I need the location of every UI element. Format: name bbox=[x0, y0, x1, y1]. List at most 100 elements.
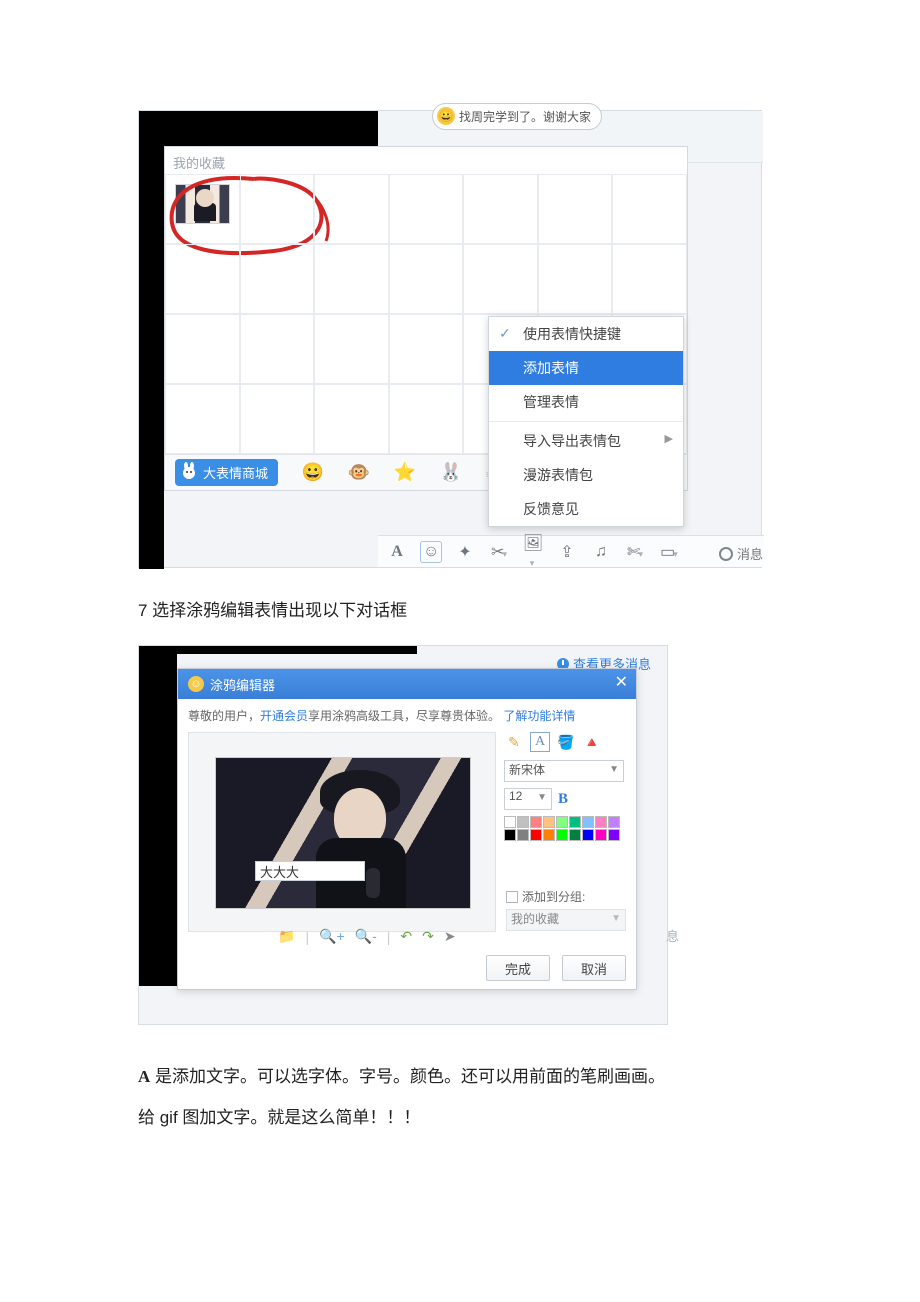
cancel-button[interactable]: 取消 bbox=[562, 955, 626, 981]
menu-feedback[interactable]: 反馈意见 bbox=[489, 492, 683, 526]
color-swatch[interactable] bbox=[582, 829, 594, 841]
zoom-in-icon[interactable]: 🔍+ bbox=[319, 928, 345, 945]
scissors-tool-icon[interactable]: ✄ bbox=[624, 542, 646, 562]
emoticon-tool-icon[interactable]: ☺ bbox=[420, 541, 442, 563]
color-swatch[interactable] bbox=[543, 829, 555, 841]
favorites-title: 我的收藏 bbox=[165, 147, 687, 174]
grin-emoji-icon: 😀 bbox=[437, 107, 455, 125]
rabbit-tab-icon[interactable]: 🐰 bbox=[440, 462, 462, 484]
color-swatch[interactable] bbox=[556, 816, 568, 828]
editing-image bbox=[215, 757, 471, 909]
add-to-group-row[interactable]: 添加到分组: bbox=[506, 888, 626, 905]
color-swatch[interactable] bbox=[595, 829, 607, 841]
message-history-button[interactable]: 消息 bbox=[719, 544, 763, 563]
brush-tool-icon[interactable]: ✎ bbox=[504, 732, 524, 752]
menu-label: 漫游表情包 bbox=[523, 467, 593, 483]
grid-cell[interactable] bbox=[314, 174, 389, 244]
paragraph-A: A 是添加文字。可以选字体。字号。颜色。还可以用前面的笔刷画画。 bbox=[138, 1057, 782, 1098]
color-swatch[interactable] bbox=[530, 816, 542, 828]
dropdown-icon: ▼ bbox=[611, 913, 621, 924]
bold-toggle[interactable]: B bbox=[558, 791, 568, 808]
size-select[interactable]: 12 ▼ bbox=[504, 788, 552, 810]
color-swatch[interactable] bbox=[569, 816, 581, 828]
group-value: 我的收藏 bbox=[511, 912, 559, 926]
font-tool-icon[interactable]: A bbox=[386, 543, 408, 561]
bucket-tool-icon[interactable]: 🪣 bbox=[556, 732, 576, 752]
menu-import-export[interactable]: 导入导出表情包 ▶ bbox=[489, 424, 683, 458]
color-swatch[interactable] bbox=[504, 816, 516, 828]
grid-cell[interactable] bbox=[463, 244, 538, 314]
grid-cell[interactable] bbox=[389, 244, 464, 314]
screenshot-tool-icon[interactable]: ✂ bbox=[488, 542, 510, 562]
grid-cell[interactable] bbox=[165, 174, 240, 244]
color-swatch[interactable] bbox=[504, 829, 516, 841]
chat-text: 找周完学到了。谢谢大家 bbox=[459, 110, 591, 124]
close-icon[interactable]: ✕ bbox=[615, 675, 628, 691]
grid-cell[interactable] bbox=[463, 174, 538, 244]
magic-tool-icon[interactable]: ✦ bbox=[454, 542, 476, 562]
grid-cell[interactable] bbox=[538, 244, 613, 314]
grid-cell[interactable] bbox=[165, 244, 240, 314]
stamp-tool-icon[interactable]: 🔺 bbox=[582, 732, 602, 752]
color-swatch[interactable] bbox=[517, 816, 529, 828]
size-value: 12 bbox=[509, 789, 522, 803]
img-mic bbox=[366, 868, 380, 898]
emoticon-store-button[interactable]: 大表情商城 bbox=[175, 459, 278, 486]
color-swatch[interactable] bbox=[556, 829, 568, 841]
grid-cell[interactable] bbox=[389, 174, 464, 244]
color-swatch[interactable] bbox=[608, 829, 620, 841]
checkbox-icon[interactable] bbox=[506, 891, 518, 903]
grid-cell[interactable] bbox=[389, 314, 464, 384]
menu-roam-pack[interactable]: 漫游表情包 bbox=[489, 458, 683, 492]
color-swatch[interactable] bbox=[517, 829, 529, 841]
upload-tool-icon[interactable]: ⇪ bbox=[556, 542, 578, 562]
text-tool-icon[interactable]: A bbox=[530, 732, 550, 752]
grid-cell[interactable] bbox=[612, 174, 687, 244]
grid-cell[interactable] bbox=[389, 384, 464, 454]
black-bar-left bbox=[139, 111, 164, 569]
color-swatch[interactable] bbox=[530, 829, 542, 841]
menu-use-shortcut[interactable]: ✓ 使用表情快捷键 bbox=[489, 317, 683, 351]
menu-separator bbox=[489, 421, 683, 422]
grid-cell[interactable] bbox=[240, 244, 315, 314]
zoom-out-icon[interactable]: 🔍- bbox=[355, 928, 377, 945]
learn-more-link[interactable]: 了解功能详情 bbox=[503, 709, 575, 723]
canvas-area[interactable]: 大大大 bbox=[188, 732, 496, 932]
group-select[interactable]: 我的收藏 ▼ bbox=[506, 909, 626, 931]
grid-cell[interactable] bbox=[240, 314, 315, 384]
grid-cell[interactable] bbox=[314, 244, 389, 314]
mask-tool-icon[interactable]: ▭ bbox=[658, 542, 680, 562]
music-tool-icon[interactable]: ♫ bbox=[590, 543, 612, 561]
smiley-icon: ☺ bbox=[188, 676, 204, 692]
image-tool-icon[interactable]: 🖼 bbox=[522, 533, 544, 571]
monkey-tab-icon[interactable]: 🐵 bbox=[348, 462, 370, 484]
color-swatches bbox=[504, 816, 624, 841]
menu-add-emoticon[interactable]: 添加表情 bbox=[489, 351, 683, 385]
grid-cell[interactable] bbox=[240, 174, 315, 244]
grid-cell[interactable] bbox=[165, 314, 240, 384]
grid-cell[interactable] bbox=[165, 384, 240, 454]
sub-mid: 享用涂鸦高级工具，尽享尊贵体验。 bbox=[308, 709, 503, 723]
cursor-icon[interactable]: ➤ bbox=[444, 928, 456, 945]
done-button[interactable]: 完成 bbox=[486, 955, 550, 981]
grid-cell[interactable] bbox=[314, 314, 389, 384]
grid-cell[interactable] bbox=[314, 384, 389, 454]
color-swatch[interactable] bbox=[543, 816, 555, 828]
star-tab-icon[interactable]: ⭐ bbox=[394, 462, 416, 484]
color-swatch[interactable] bbox=[582, 816, 594, 828]
color-swatch[interactable] bbox=[595, 816, 607, 828]
text-overlay-input[interactable]: 大大大 bbox=[255, 861, 365, 881]
color-swatch[interactable] bbox=[608, 816, 620, 828]
grid-cell[interactable] bbox=[240, 384, 315, 454]
vip-link[interactable]: 开通会员 bbox=[260, 709, 308, 723]
grid-cell[interactable] bbox=[612, 244, 687, 314]
grid-cell[interactable] bbox=[538, 174, 613, 244]
font-select[interactable]: 新宋体 ▼ bbox=[504, 760, 624, 782]
para1-rest: 是添加文字。可以选字体。字号。颜色。还可以用前面的笔刷画画。 bbox=[150, 1067, 665, 1086]
grin-tab-icon[interactable]: 😀 bbox=[302, 462, 324, 484]
redo-icon[interactable]: ↷ bbox=[422, 928, 434, 945]
undo-icon[interactable]: ↶ bbox=[400, 928, 412, 945]
color-swatch[interactable] bbox=[569, 829, 581, 841]
folder-icon[interactable]: 📁 bbox=[278, 928, 295, 945]
menu-manage-emoticon[interactable]: 管理表情 bbox=[489, 385, 683, 419]
